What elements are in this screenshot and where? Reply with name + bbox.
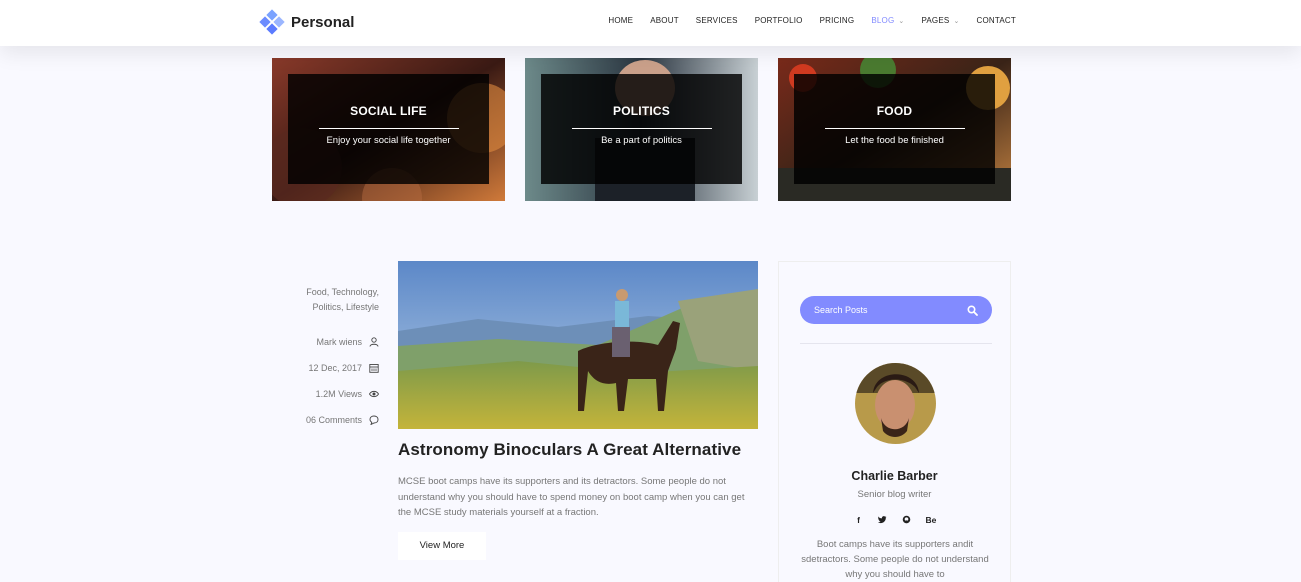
post-tags[interactable]: Food, Technology, Politics, Lifestyle (272, 285, 379, 315)
category-card-social-life[interactable]: SOCIAL LIFE Enjoy your social life toget… (272, 58, 505, 201)
horse-rider-image (398, 261, 758, 429)
nav-blog[interactable]: BLOG ⌄ (871, 16, 904, 25)
search-input[interactable] (814, 305, 967, 315)
search-box (800, 296, 992, 324)
author-bio: Boot camps have its supporters andit sde… (801, 539, 989, 580)
category-title: FOOD (876, 104, 913, 118)
post-comments[interactable]: 06 Comments (272, 407, 379, 433)
category-subtitle: Let the food be finished (845, 135, 944, 146)
divider (571, 128, 712, 129)
post-meta: Food, Technology, Politics, Lifestyle Ma… (272, 285, 379, 433)
nav-pages[interactable]: PAGES ⌄ (921, 16, 959, 25)
nav-pricing[interactable]: PRICING (820, 16, 855, 25)
post-title[interactable]: Astronomy Binoculars A Great Alternative (398, 440, 741, 460)
nav-about[interactable]: ABOUT (650, 16, 679, 25)
post-views[interactable]: 1.2M Views (272, 381, 379, 407)
category-overlay: FOOD Let the food be finished (794, 74, 995, 184)
calendar-icon (369, 364, 379, 373)
author-name: Charlie Barber (851, 469, 938, 483)
author-role: Senior blog writer (857, 489, 932, 500)
behance-icon[interactable]: Be (926, 515, 937, 526)
category-overlay: SOCIAL LIFE Enjoy your social life toget… (288, 74, 489, 184)
social-links: f Be (779, 515, 1010, 526)
eye-icon (369, 390, 379, 398)
divider (800, 343, 992, 344)
category-card-politics[interactable]: POLITICS Be a part of politics (525, 58, 758, 201)
category-title: POLITICS (613, 104, 670, 118)
category-subtitle: Be a part of politics (601, 135, 682, 146)
twitter-icon[interactable] (877, 515, 888, 526)
logo[interactable]: Personal (259, 9, 355, 35)
nav-services[interactable]: SERVICES (696, 16, 738, 25)
post-date[interactable]: 12 Dec, 2017 (272, 355, 379, 381)
category-overlay: POLITICS Be a part of politics (541, 74, 742, 184)
category-card-food[interactable]: FOOD Let the food be finished (778, 58, 1011, 201)
avatar (855, 363, 936, 444)
github-icon[interactable] (902, 515, 912, 526)
comment-icon (369, 415, 379, 425)
author-photo (855, 363, 936, 444)
nav-home[interactable]: HOME (608, 16, 633, 25)
nav-contact[interactable]: CONTACT (977, 16, 1016, 25)
logo-text: Personal (291, 13, 355, 31)
chevron-down-icon: ⌄ (898, 17, 905, 25)
site-header: Personal HOME ABOUT SERVICES PORTFOLIO P… (0, 0, 1301, 46)
user-icon (369, 337, 379, 347)
divider (318, 128, 459, 129)
post-excerpt: MCSE boot camps have its supporters and … (398, 476, 745, 518)
view-more-button[interactable]: View More (398, 532, 486, 560)
post-image[interactable] (398, 261, 758, 429)
chevron-down-icon: ⌄ (953, 17, 960, 25)
nav-portfolio[interactable]: PORTFOLIO (755, 16, 803, 25)
main-nav: HOME ABOUT SERVICES PORTFOLIO PRICING BL… (591, 16, 1016, 25)
category-title: SOCIAL LIFE (350, 104, 427, 118)
divider (824, 128, 965, 129)
logo-icon (259, 9, 285, 35)
search-icon[interactable] (967, 304, 978, 316)
facebook-icon[interactable]: f (854, 515, 864, 526)
post-author[interactable]: Mark wiens (272, 329, 379, 355)
category-cards: SOCIAL LIFE Enjoy your social life toget… (272, 58, 1011, 201)
category-subtitle: Enjoy your social life together (326, 135, 451, 146)
sidebar: Charlie Barber Senior blog writer f Be B… (778, 261, 1011, 582)
